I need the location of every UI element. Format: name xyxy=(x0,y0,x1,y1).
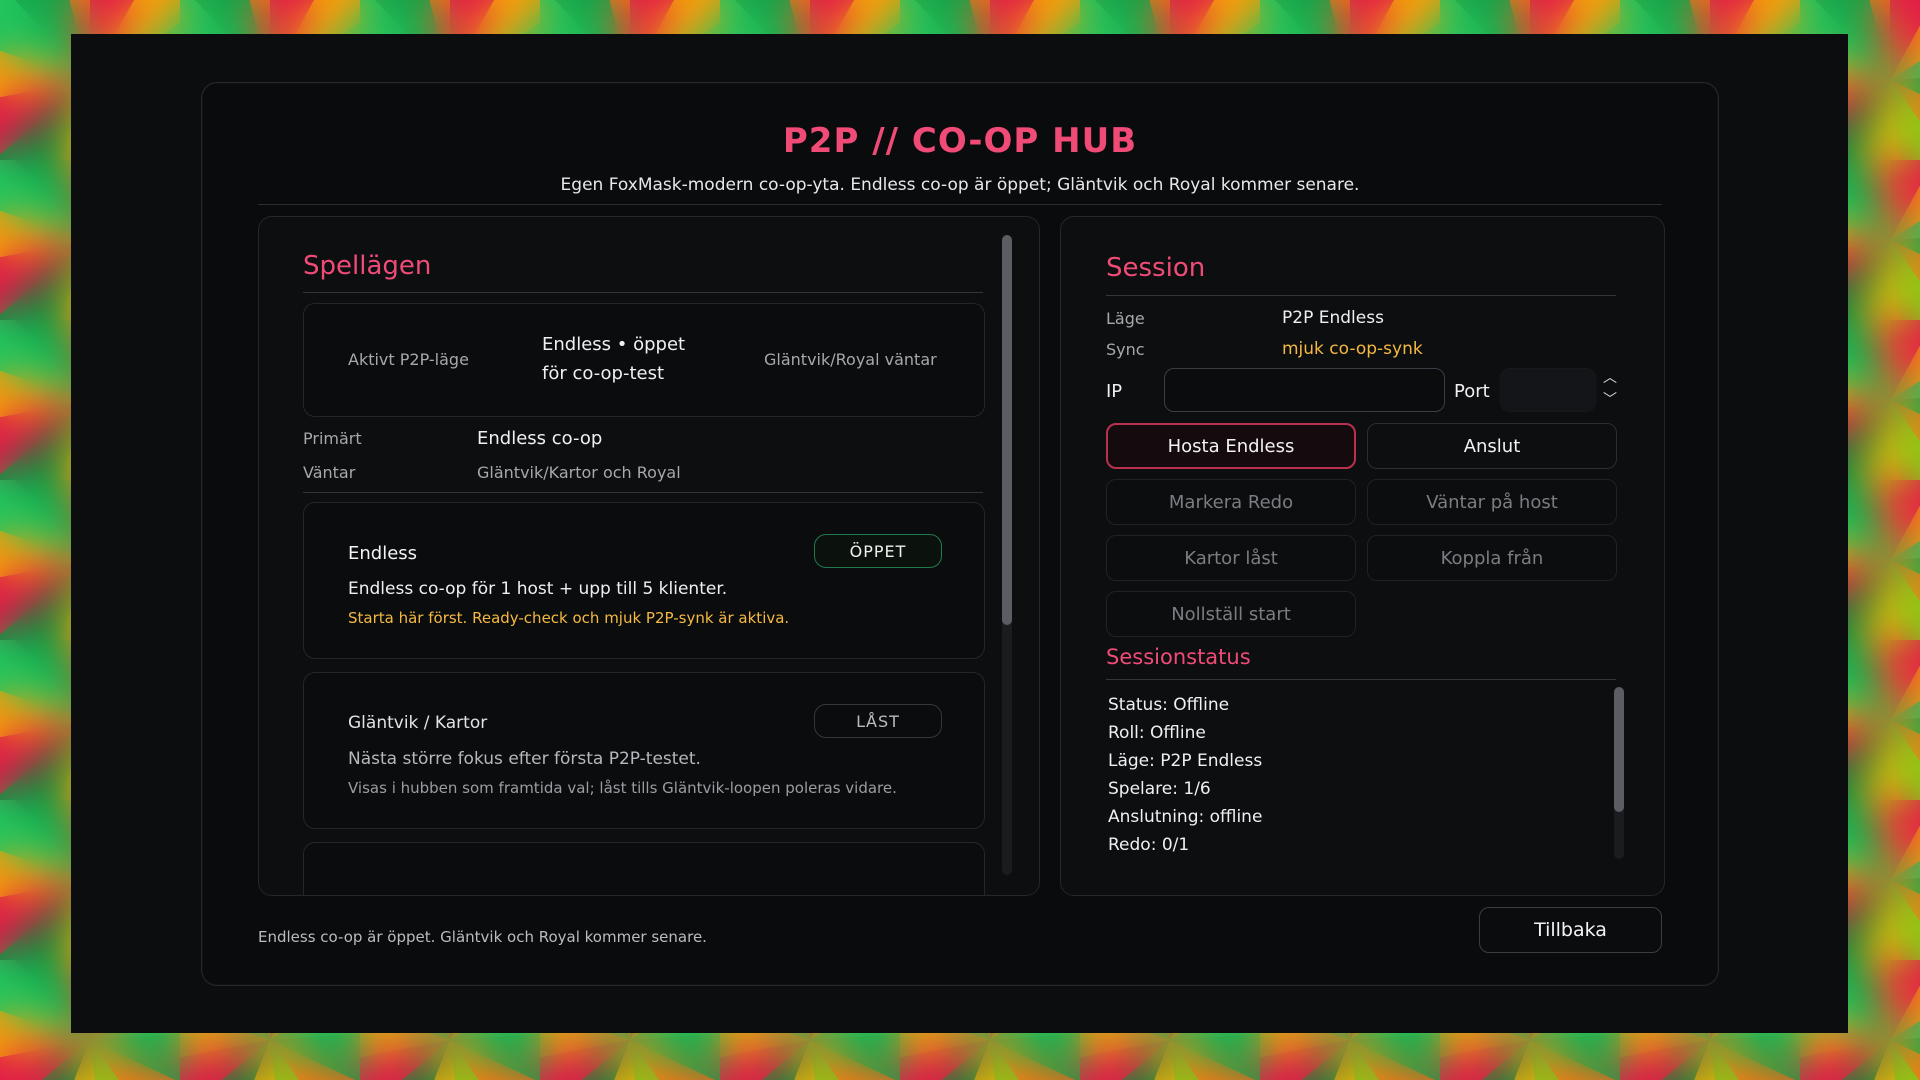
mode-value: P2P Endless xyxy=(1282,308,1384,328)
status-line: Status: Offline xyxy=(1108,695,1230,715)
session-status-title: Sessionstatus xyxy=(1106,645,1251,669)
mode-card-note: Visas i hubben som framtida val; låst ti… xyxy=(348,779,897,797)
back-button[interactable]: Tillbaka xyxy=(1479,907,1662,953)
mode-card-royal-partial[interactable] xyxy=(303,842,985,895)
hub-subtitle: Egen FoxMask-modern co-op-yta. Endless c… xyxy=(560,175,1360,195)
primary-value: Endless co-op xyxy=(477,428,603,449)
coop-hub-window: P2P // CO-OP HUB Egen FoxMask-modern co-… xyxy=(201,82,1719,986)
waiting-value: Gläntvik/Kartor och Royal xyxy=(477,463,681,482)
port-label: Port xyxy=(1454,381,1490,402)
mode-card-glantvik[interactable]: Gläntvik / Kartor LÅST Nästa större foku… xyxy=(303,672,985,829)
port-decrement-icon[interactable]: ﹀ xyxy=(1603,389,1617,409)
ip-label: IP xyxy=(1106,381,1123,402)
mode-card-name: Gläntvik / Kartor xyxy=(348,713,488,733)
mode-card-name: Endless xyxy=(348,543,418,564)
port-input[interactable] xyxy=(1500,368,1596,412)
status-line: Anslutning: offline xyxy=(1108,807,1263,827)
modes-info-divider xyxy=(303,492,983,493)
active-mode-label: Aktivt P2P-läge xyxy=(348,350,469,369)
session-status-log: Status: Offline Roll: Offline Läge: P2P … xyxy=(1061,687,1621,882)
maps-locked-button[interactable]: Kartor låst xyxy=(1106,535,1356,581)
mode-card-description: Nästa större fokus efter första P2P-test… xyxy=(348,749,701,769)
active-mode-value-line2: för co-op-test xyxy=(542,363,665,384)
status-line: Spelare: 1/6 xyxy=(1108,779,1211,799)
waiting-for-host-button[interactable]: Väntar på host xyxy=(1367,479,1617,525)
status-scrollbar-thumb[interactable] xyxy=(1614,687,1624,812)
mode-card-endless[interactable]: Endless ÖPPET Endless co-op för 1 host +… xyxy=(303,502,985,659)
port-increment-icon[interactable]: ︿ xyxy=(1603,367,1617,387)
status-badge-open: ÖPPET xyxy=(814,534,942,568)
active-mode-summary-card: Aktivt P2P-läge Endless • öppet för co-o… xyxy=(303,303,985,417)
reset-start-button[interactable]: Nollställ start xyxy=(1106,591,1356,637)
modes-section-title: Spellägen xyxy=(303,251,432,281)
modes-panel: Spellägen Aktivt P2P-läge Endless • öppe… xyxy=(258,216,1040,896)
connect-button[interactable]: Anslut xyxy=(1367,423,1617,469)
modes-scrollbar-thumb[interactable] xyxy=(1002,235,1012,625)
waiting-modes-note: Gläntvik/Royal väntar xyxy=(764,350,937,369)
disconnect-button[interactable]: Koppla från xyxy=(1367,535,1617,581)
status-line: Läge: P2P Endless xyxy=(1108,751,1263,771)
status-line: Roll: Offline xyxy=(1108,723,1206,743)
header-divider xyxy=(258,204,1662,205)
mode-label: Läge xyxy=(1106,309,1145,328)
sync-label: Sync xyxy=(1106,340,1145,359)
status-badge-locked: LÅST xyxy=(814,704,942,738)
host-endless-button[interactable]: Hosta Endless xyxy=(1106,423,1356,469)
mark-ready-button[interactable]: Markera Redo xyxy=(1106,479,1356,525)
mode-card-note: Starta här först. Ready-check och mjuk P… xyxy=(348,609,790,627)
session-panel: Session Läge P2P Endless Sync mjuk co-op… xyxy=(1060,216,1665,896)
mode-card-description: Endless co-op för 1 host + upp till 5 kl… xyxy=(348,579,728,599)
game-screen: P2P // CO-OP HUB Egen FoxMask-modern co-… xyxy=(71,34,1848,1033)
footer-note: Endless co-op är öppet. Gläntvik och Roy… xyxy=(258,928,707,946)
status-line: Redo: 0/1 xyxy=(1108,835,1190,855)
modes-title-divider xyxy=(303,292,983,293)
session-title-divider xyxy=(1106,295,1616,296)
active-mode-value-line1: Endless • öppet xyxy=(542,334,686,355)
session-section-title: Session xyxy=(1106,253,1206,283)
waiting-label: Väntar xyxy=(303,463,356,482)
hub-title: P2P // CO-OP HUB xyxy=(782,121,1138,161)
primary-label: Primärt xyxy=(303,429,362,448)
ip-input[interactable] xyxy=(1164,368,1445,412)
status-title-divider xyxy=(1106,679,1616,680)
sync-value: mjuk co-op-synk xyxy=(1282,339,1423,359)
